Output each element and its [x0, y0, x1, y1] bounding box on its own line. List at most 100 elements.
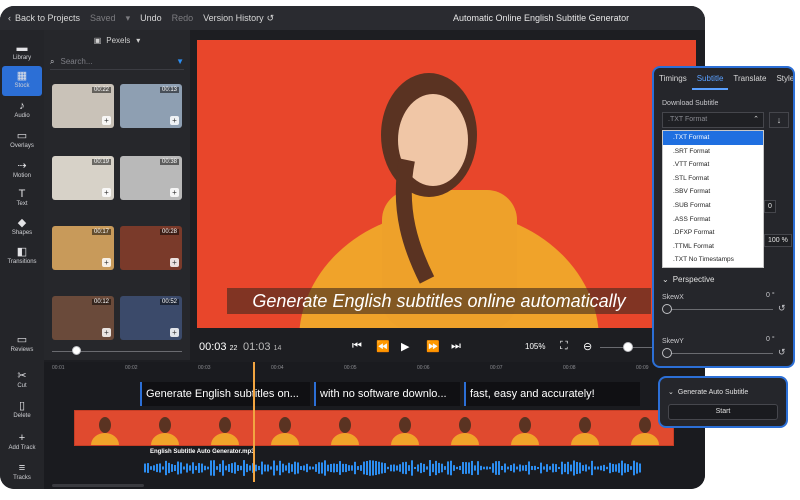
video-clip[interactable]	[74, 410, 674, 457]
video-preview[interactable]: Generate English subtitles online automa…	[197, 40, 696, 328]
skip-start-icon[interactable]: ⏮	[352, 340, 362, 353]
add-icon[interactable]: +	[170, 188, 179, 197]
side-value-2[interactable]: 100 %	[764, 234, 792, 247]
tool-shapes[interactable]: ◆ Shapes	[2, 213, 42, 243]
undo-button[interactable]: Undo	[140, 13, 162, 23]
waveform-bar	[588, 466, 590, 470]
back-to-projects-link[interactable]: Back to Projects	[15, 13, 80, 23]
perspective-heading[interactable]: ⌄ Perspective	[662, 275, 715, 284]
version-history-button[interactable]: Version History	[203, 13, 264, 23]
play-icon[interactable]: ▶	[401, 340, 409, 353]
stock-video-thumbnail[interactable]: 00:28 +	[120, 226, 182, 270]
format-option[interactable]: .TXT Format	[663, 131, 763, 145]
audio-clip[interactable]: English Subtitle Auto Generator.mp3	[144, 448, 642, 478]
waveform-bar	[459, 465, 461, 471]
tab-translate[interactable]: Translate	[728, 68, 771, 90]
fullscreen-icon[interactable]: ⛶	[560, 340, 568, 353]
reset-icon[interactable]: ↺	[778, 303, 786, 314]
playhead[interactable]	[253, 362, 255, 482]
project-title[interactable]: Automatic Online English Subtitle Genera…	[453, 13, 629, 23]
search-input[interactable]: Search...	[60, 57, 92, 66]
format-option[interactable]: .ASS Format	[663, 213, 763, 227]
waveform-bar	[537, 466, 539, 470]
stock-video-thumbnail[interactable]: 00:19 +	[52, 156, 114, 200]
format-option[interactable]: .VTT Format	[663, 158, 763, 172]
format-option[interactable]: .TTML Format	[663, 240, 763, 254]
caption-clip[interactable]: fast, easy and accurately!	[464, 382, 640, 406]
back-chevron-icon[interactable]: ‹	[8, 13, 11, 23]
history-icon[interactable]: ↺	[267, 13, 275, 24]
skip-end-icon[interactable]: ⏭	[451, 340, 461, 353]
tool-delete[interactable]: ▯ Delete	[2, 396, 42, 426]
media-search[interactable]: ⌕ Search... ▼	[50, 54, 184, 70]
tool-stock[interactable]: ▦ Stock	[2, 66, 42, 96]
media-zoom-handle[interactable]	[72, 346, 81, 355]
thumbnail-duration: 00:38	[159, 159, 179, 165]
waveform-bar	[402, 462, 404, 474]
add-icon[interactable]: +	[102, 116, 111, 125]
waveform-bar	[366, 460, 368, 476]
stock-video-thumbnail[interactable]: 00:38 +	[120, 156, 182, 200]
skewy-handle[interactable]	[662, 348, 672, 358]
reset-icon[interactable]: ↺	[778, 347, 786, 358]
stock-video-thumbnail[interactable]: 00:52 +	[120, 296, 182, 340]
zoom-out-icon[interactable]: ⊖	[583, 340, 592, 353]
tool-transitions[interactable]: ◧ Transitions	[2, 242, 42, 272]
add-icon[interactable]: +	[170, 258, 179, 267]
side-value-1[interactable]: 0	[764, 200, 776, 213]
tool-motion[interactable]: ⇢ Motion	[2, 156, 42, 186]
fast-forward-icon[interactable]: ⏩	[426, 340, 440, 353]
preview-zoom-handle[interactable]	[623, 342, 633, 352]
waveform-bar	[420, 462, 422, 474]
start-button[interactable]: Start	[668, 404, 778, 420]
stock-video-thumbnail[interactable]: 00:13 +	[120, 84, 182, 128]
zoom-level[interactable]: 105%	[525, 342, 545, 351]
rewind-icon[interactable]: ⏪	[376, 340, 390, 353]
stock-video-thumbnail[interactable]: 00:12 +	[52, 296, 114, 340]
tool-cut[interactable]: ✂ Cut	[2, 366, 42, 396]
preview-subtitle[interactable]: Generate English subtitles online automa…	[227, 288, 651, 314]
tool-text[interactable]: T Text	[2, 184, 42, 214]
skewx-handle[interactable]	[662, 304, 672, 314]
format-select[interactable]: .TXT Format ⌃	[662, 112, 764, 128]
tool-library[interactable]: ▬ Library	[2, 38, 42, 68]
format-option[interactable]: .SRT Format	[663, 145, 763, 159]
tool-add-track[interactable]: + Add Track	[2, 428, 42, 458]
tab-subtitle[interactable]: Subtitle	[691, 68, 729, 90]
add-icon[interactable]: +	[170, 328, 179, 337]
caption-clip[interactable]: Generate English subtitles on...	[140, 382, 310, 406]
filter-icon[interactable]: ▼	[176, 57, 184, 66]
tool-overlays[interactable]: ▭ Overlays	[2, 126, 42, 156]
redo-button[interactable]: Redo	[172, 13, 194, 23]
download-icon[interactable]: ↓	[769, 112, 789, 128]
waveform-bar	[408, 465, 410, 471]
format-option[interactable]: .STL Format	[663, 172, 763, 186]
media-source-selector[interactable]: ▣ Pexels ▾	[44, 30, 190, 50]
format-option[interactable]: .DFXP Format	[663, 226, 763, 240]
timeline-scrollbar[interactable]	[52, 484, 144, 487]
caption-clip[interactable]: with no software downlo...	[314, 382, 460, 406]
saved-dropdown-icon[interactable]: ▾	[126, 13, 131, 24]
tab-timings[interactable]: Timings	[654, 68, 692, 90]
waveform-bar	[414, 466, 416, 470]
tool-tracks[interactable]: ≡ Tracks	[2, 458, 42, 488]
waveform-bar	[480, 465, 482, 471]
auto-subtitle-heading[interactable]: ⌄ Generate Auto Subtitle	[668, 388, 748, 396]
skewx-label: SkewX	[662, 294, 684, 301]
format-option[interactable]: .SBV Format	[663, 185, 763, 199]
add-icon[interactable]: +	[170, 116, 179, 125]
add-icon[interactable]: +	[102, 258, 111, 267]
format-option[interactable]: .SUB Format	[663, 199, 763, 213]
tab-style[interactable]: Style	[771, 68, 793, 90]
waveform-bar	[312, 466, 314, 470]
add-icon[interactable]: +	[102, 328, 111, 337]
stock-video-thumbnail[interactable]: 00:22 +	[52, 84, 114, 128]
stock-video-thumbnail[interactable]: 00:17 +	[52, 226, 114, 270]
waveform-bar	[261, 461, 263, 475]
add-icon[interactable]: +	[102, 188, 111, 197]
tool-reviews[interactable]: ▭ Reviews	[2, 330, 42, 360]
tool-audio[interactable]: ♪ Audio	[2, 96, 42, 126]
format-option[interactable]: .TXT No Timestamps	[663, 253, 763, 267]
waveform-bar	[549, 466, 551, 470]
timeline-ruler[interactable]: 00:01 00:02 00:03 00:04 00:05 00:06 00:07 00:08…	[44, 362, 705, 374]
